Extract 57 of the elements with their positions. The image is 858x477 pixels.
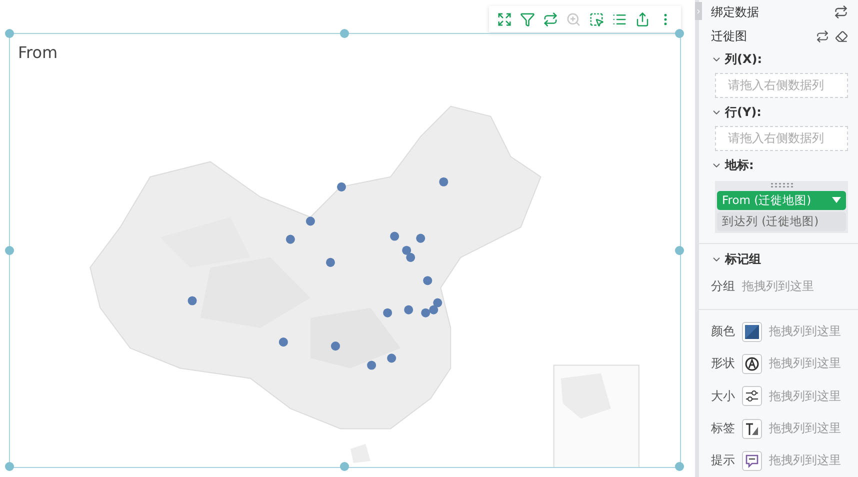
caret-icon [832,197,841,204]
selection-icon [589,12,604,26]
zoom-in-icon [566,12,581,26]
drop-hint: 拖拽列到这里 [769,420,841,438]
shape-icon [745,356,759,371]
size-icon [745,389,759,404]
resize-handle[interactable] [675,462,684,471]
filter-icon [520,12,535,26]
resize-handle[interactable] [675,246,684,254]
swap-icon[interactable] [816,30,829,44]
toolbar-button[interactable] [541,10,560,28]
group-label: 分组 [711,278,735,295]
property-button[interactable] [742,354,762,374]
field-pill[interactable]: From (迁徙地图) [717,190,846,210]
color-swatch-icon [745,324,759,339]
expand-icon [497,12,512,26]
label-icon [745,422,759,436]
resize-handle[interactable] [5,246,14,254]
chart-title: From [18,43,58,62]
panel-title: 绑定数据 [711,4,759,21]
field-pill[interactable]: 到达列 (迁徙地图) [717,212,846,231]
chart-type-label: 迁徙图 [711,28,747,46]
property-button[interactable] [742,386,762,406]
property-label: 形状 [711,355,735,372]
drop-zone[interactable]: 请拖入右侧数据列 [715,126,848,151]
resize-handle[interactable] [340,462,349,471]
property-label: 颜色 [711,323,735,340]
property-label: 大小 [711,388,735,405]
property-button[interactable] [742,450,762,471]
drop-hint: 请拖入右侧数据列 [728,76,824,94]
section-label: 行(Y): [725,104,762,122]
swap-icon [543,12,558,26]
section-label: 地标: [725,157,754,174]
chevron-right-icon [695,8,702,14]
grip-icon[interactable] [770,182,792,188]
resize-handle[interactable] [5,29,14,38]
drop-zone[interactable]: 请拖入右侧数据列 [715,72,848,98]
resize-handle[interactable] [5,462,14,471]
section-label: 标记组 [725,251,761,268]
drop-hint: 拖拽列到这里 [742,278,814,295]
drop-hint: 拖拽列到这里 [769,388,841,405]
eraser-icon[interactable] [835,30,848,44]
tooltip-icon [745,454,759,468]
property-button[interactable] [742,322,762,342]
resize-handle[interactable] [675,29,684,38]
section-label: 列(X): [725,51,762,68]
drop-hint: 请拖入右侧数据列 [728,130,824,147]
drop-hint: 拖拽列到这里 [769,355,841,372]
property-button[interactable] [742,418,762,439]
property-label: 标签 [711,420,735,438]
resize-handle[interactable] [340,29,349,38]
drop-hint: 拖拽列到这里 [769,323,841,340]
list-icon [612,12,627,26]
property-label: 提示 [711,452,735,470]
swap-icon[interactable] [834,5,848,20]
export-icon [635,12,650,26]
drop-hint: 拖拽列到这里 [769,452,841,470]
